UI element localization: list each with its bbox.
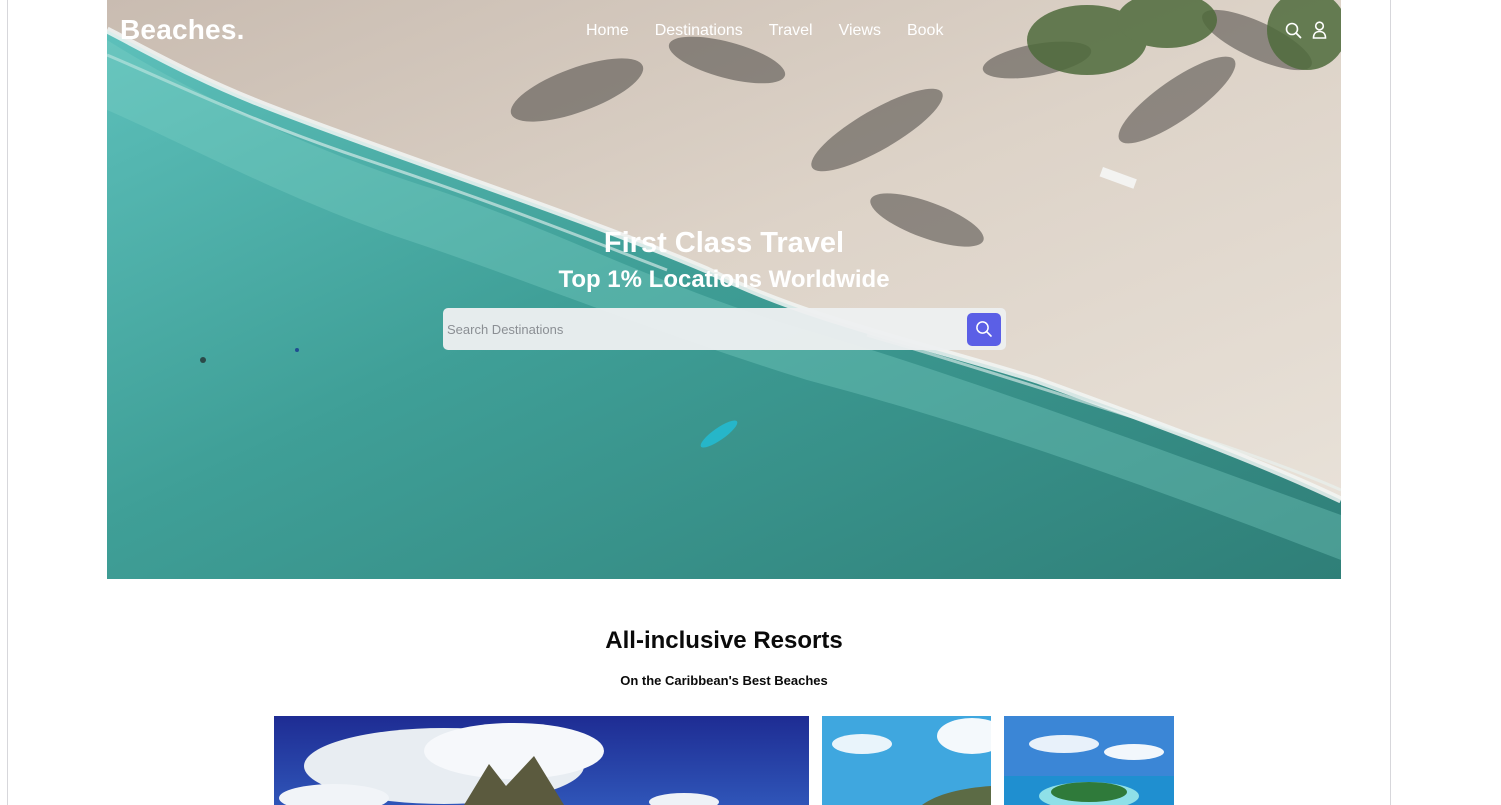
nav-link-home[interactable]: Home <box>586 21 629 41</box>
resort-card-image[interactable] <box>1004 716 1174 805</box>
nav-icons <box>1284 20 1328 40</box>
section-title: All-inclusive Resorts <box>605 627 843 654</box>
nav-link-travel[interactable]: Travel <box>769 21 813 41</box>
hero-subtitle: Top 1% Locations Worldwide <box>558 266 890 293</box>
resort-card-image[interactable] <box>274 716 809 805</box>
hero-section: Beaches. Home Destinations Travel Views … <box>107 0 1341 579</box>
site-logo[interactable]: Beaches. <box>120 14 245 46</box>
hero-title: First Class Travel <box>603 227 845 259</box>
section-subtitle: On the Caribbean's Best Beaches <box>620 673 828 688</box>
search-icon[interactable] <box>1284 20 1302 40</box>
search-icon <box>976 321 992 337</box>
nav-link-views[interactable]: Views <box>839 21 881 41</box>
nav-link-destinations[interactable]: Destinations <box>655 21 743 41</box>
search-button[interactable] <box>967 312 1001 346</box>
nav-link-book[interactable]: Book <box>907 21 943 41</box>
top-navigation: Beaches. Home Destinations Travel Views … <box>107 0 1341 62</box>
user-icon[interactable] <box>1310 20 1328 40</box>
resort-card-image[interactable] <box>822 716 991 805</box>
nav-links: Home Destinations Travel Views Book <box>586 21 943 41</box>
destination-search-bar <box>443 308 1006 350</box>
search-destinations-input[interactable] <box>443 308 967 350</box>
